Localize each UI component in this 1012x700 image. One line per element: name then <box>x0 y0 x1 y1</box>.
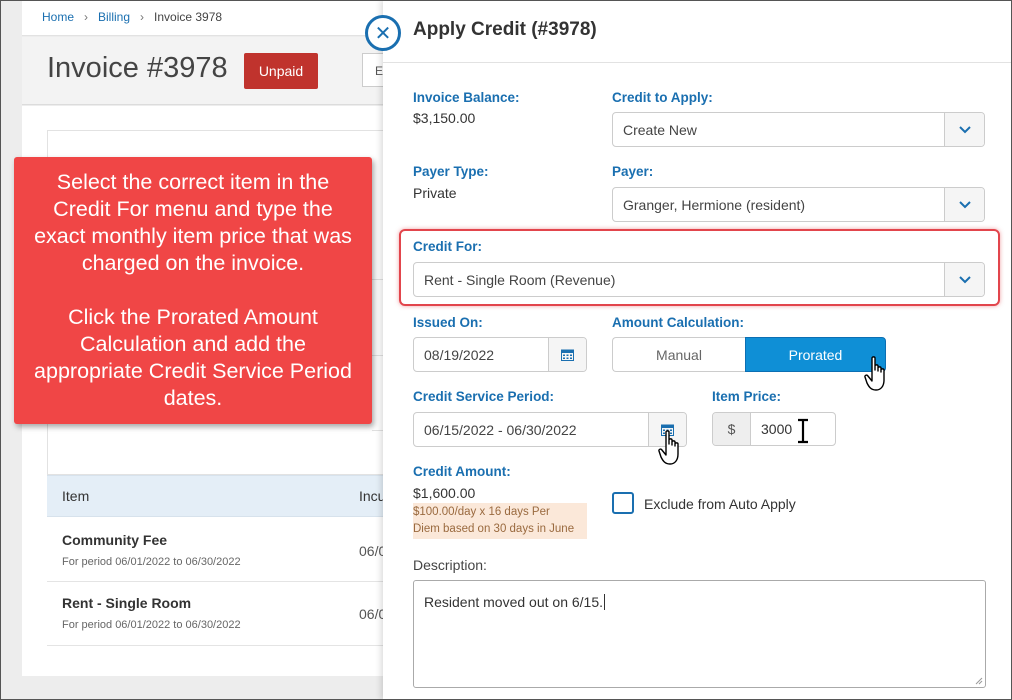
table-header <box>47 475 387 517</box>
credit-for-select[interactable]: Rent - Single Room (Revenue) <box>413 262 985 297</box>
currency-addon: $ <box>713 413 751 445</box>
column-header-item[interactable]: Item <box>62 488 89 504</box>
status-badge: Unpaid <box>244 53 318 89</box>
chevron-down-icon[interactable] <box>944 113 984 146</box>
credit-amount-note-line: Diem based on 30 days in June <box>413 523 575 535</box>
instruction-callout: Select the correct item in the Credit Fo… <box>14 157 372 424</box>
credit-amount-label: Credit Amount: <box>413 464 511 479</box>
resize-handle-icon[interactable] <box>974 676 983 685</box>
payer-select[interactable]: Granger, Hermione (resident) <box>612 187 985 222</box>
close-icon[interactable]: ✕ <box>365 15 401 51</box>
row-item-name: Community Fee <box>62 532 168 548</box>
item-price-label: Item Price: <box>712 389 782 404</box>
credit-amount-value: $1,600.00 <box>413 485 476 501</box>
column-header-incurred[interactable]: Incu <box>359 488 385 504</box>
credit-service-period-label: Credit Service Period: <box>413 389 555 404</box>
payer-label: Payer: <box>612 164 654 179</box>
item-price-field[interactable]: $ 3000 <box>712 412 836 446</box>
text-ibeam-cursor <box>798 418 808 444</box>
item-price-value: 3000 <box>761 421 793 437</box>
row-item-name: Rent - Single Room <box>62 595 192 611</box>
chevron-right-icon: › <box>84 10 89 24</box>
credit-service-period-field[interactable]: 06/15/2022 - 06/30/2022 <box>413 412 687 447</box>
credit-service-period-value: 06/15/2022 - 06/30/2022 <box>424 421 577 438</box>
panel-title: Apply Credit (#3978) <box>413 19 597 40</box>
callout-paragraph-1: Select the correct item in the Credit Fo… <box>34 170 352 275</box>
text-caret <box>604 594 606 610</box>
credit-amount-note: $100.00/day x 16 days Per Diem based on … <box>413 503 587 539</box>
credit-to-apply-value: Create New <box>623 121 697 138</box>
invoice-balance-label: Invoice Balance: <box>413 90 520 105</box>
credit-to-apply-label: Credit to Apply: <box>612 90 713 105</box>
payer-type-label: Payer Type: <box>413 164 489 179</box>
chevron-down-icon[interactable] <box>944 263 984 296</box>
issued-on-label: Issued On: <box>413 315 483 330</box>
table-row[interactable] <box>47 582 387 646</box>
invoice-balance-value: $3,150.00 <box>413 110 476 126</box>
exclude-auto-apply-checkbox[interactable] <box>612 492 634 514</box>
amount-calculation-toggle: Manual Prorated <box>612 337 886 372</box>
credit-to-apply-select[interactable]: Create New <box>612 112 985 147</box>
description-label: Description: <box>413 557 487 573</box>
credit-for-label: Credit For: <box>413 239 482 254</box>
payer-type-value: Private <box>413 185 457 201</box>
credit-amount-note-line: $100.00/day x 16 days Per <box>413 506 550 518</box>
chevron-down-icon[interactable] <box>944 188 984 221</box>
breadcrumb-billing-link[interactable]: Billing <box>98 10 130 24</box>
issued-on-value: 08/19/2022 <box>424 346 495 363</box>
exclude-auto-apply-label[interactable]: Exclude from Auto Apply <box>644 496 796 512</box>
breadcrumb: Home › Billing › Invoice 3978 <box>42 10 222 24</box>
issued-on-field[interactable]: 08/19/2022 <box>413 337 587 372</box>
page-title: Invoice #3978 <box>47 52 228 84</box>
description-value: Resident moved out on 6/15. <box>424 594 604 610</box>
manual-option[interactable]: Manual <box>612 337 745 372</box>
amount-calculation-label: Amount Calculation: <box>612 315 744 330</box>
table-row[interactable] <box>47 518 387 582</box>
callout-paragraph-2: Click the Prorated Amount Calculation an… <box>34 305 352 410</box>
breadcrumb-current: Invoice 3978 <box>154 10 223 24</box>
chevron-right-icon: › <box>140 10 145 24</box>
breadcrumb-home-link[interactable]: Home <box>42 10 74 24</box>
calendar-icon[interactable] <box>548 338 586 371</box>
payer-value: Granger, Hermione (resident) <box>623 196 806 213</box>
credit-for-value: Rent - Single Room (Revenue) <box>424 271 616 288</box>
description-textarea[interactable]: Resident moved out on 6/15. <box>413 580 986 688</box>
hand-pointer-cursor <box>658 430 679 465</box>
row-item-period: For period 06/01/2022 to 06/30/2022 <box>62 619 241 631</box>
hand-pointer-cursor <box>864 356 885 391</box>
row-item-period: For period 06/01/2022 to 06/30/2022 <box>62 556 241 568</box>
